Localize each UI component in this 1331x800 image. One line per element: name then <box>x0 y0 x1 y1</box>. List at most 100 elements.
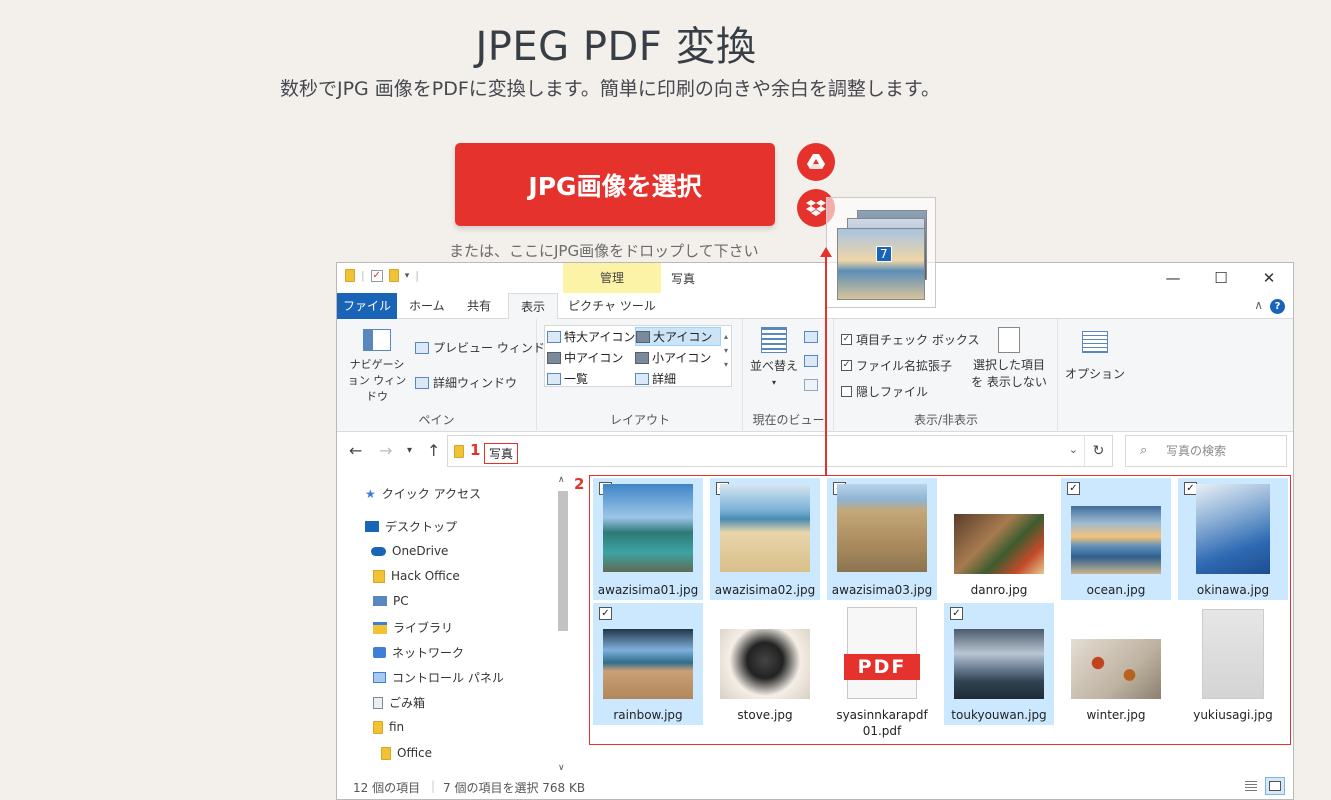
scroll-down-icon[interactable]: ∨ <box>558 763 565 773</box>
close-button[interactable]: ✕ <box>1245 263 1293 293</box>
hide-selected-button[interactable]: 選択した項目を 表示しない <box>969 327 1049 391</box>
add-columns-icon[interactable] <box>804 355 818 367</box>
maximize-button[interactable]: ☐ <box>1197 263 1245 293</box>
file-checkbox[interactable]: ✓ <box>950 607 963 620</box>
user-folder-icon <box>373 569 385 583</box>
scroll-up-icon[interactable]: ∧ <box>558 475 565 485</box>
folder-icon <box>373 720 383 734</box>
tab-picture-tools[interactable]: ピクチャ ツール <box>563 293 661 319</box>
layout-large-icons[interactable]: 大アイコン <box>635 327 722 346</box>
sort-by-button[interactable]: 並べ替え ▾ <box>750 327 798 387</box>
extra-large-icons-label: 特大アイコン <box>564 330 636 344</box>
minimize-button[interactable]: — <box>1149 263 1197 293</box>
file-tile[interactable]: ✓ awazisima02.jpg <box>710 478 820 600</box>
sidebar-item-label: fin <box>389 720 405 734</box>
properties-icon[interactable]: ✓ <box>370 269 383 282</box>
forward-arrow-icon[interactable]: → <box>379 441 392 460</box>
file-name: syasinnkarapdf01.pdf <box>836 708 928 738</box>
details-pane-button[interactable]: 詳細ウィンドウ <box>415 374 517 391</box>
recent-locations-icon[interactable]: ▾ <box>407 445 412 456</box>
layout-medium-icons[interactable]: 中アイコン <box>547 349 623 366</box>
manage-context-tab[interactable]: 管理 <box>563 263 661 293</box>
tab-view[interactable]: 表示 <box>508 293 559 320</box>
sidebar-scrollbar[interactable]: ∧ ∨ <box>555 475 572 773</box>
file-extension-toggle[interactable]: ✓ ファイル名拡張子 <box>841 357 952 374</box>
file-tile[interactable]: yukiusagi.jpg <box>1178 603 1288 725</box>
sidebar-item-onedrive[interactable]: OneDrive <box>371 544 448 558</box>
file-tile[interactable]: ✓ toukyouwan.jpg <box>944 603 1054 725</box>
help-icon[interactable]: ? <box>1270 299 1285 314</box>
tab-share[interactable]: 共有 <box>455 293 503 319</box>
layout-scroll-icon[interactable]: ▴ ▾ ▾ <box>724 330 728 372</box>
ribbon-group-pane: ナビゲーション ウィンドウ プレビュー ウィンドウ 詳細ウィンドウ ペイン <box>337 319 557 432</box>
collapse-ribbon-icon[interactable]: ∧ <box>1254 298 1263 312</box>
sidebar-item-hack-office[interactable]: Hack Office <box>373 569 460 583</box>
file-tile[interactable]: ✓ rainbow.jpg <box>593 603 703 725</box>
up-arrow-icon[interactable]: ↑ <box>427 441 440 460</box>
file-tile[interactable]: ✓ awazisima01.jpg <box>593 478 703 600</box>
layout-list[interactable]: 一覧 <box>547 370 588 387</box>
sidebar-item-quick-access[interactable]: ★ クイック アクセス <box>365 485 481 502</box>
file-view[interactable]: ✓ awazisima01.jpg ✓ awazisima02.jpg ✓ aw… <box>589 475 1291 745</box>
ribbon-group-layout: 特大アイコン 大アイコン 中アイコン 小アイコン 一覧 詳細 ▴ ▾ ▾ レイア… <box>538 319 743 432</box>
file-tile[interactable]: ✓ okinawa.jpg <box>1178 478 1288 600</box>
file-explorer-window[interactable]: | ✓ ▾ | 管理 写真 — ☐ ✕ ファイル ホーム 共有 表示 ピクチャ … <box>336 262 1294 800</box>
customize-toolbar-icon[interactable]: ▾ <box>405 271 410 281</box>
sidebar-item-control-panel[interactable]: コントロール パネル <box>373 669 504 686</box>
sidebar-item-desktop[interactable]: デスクトップ <box>365 518 457 535</box>
navigation-pane-button[interactable]: ナビゲーション ウィンドウ <box>345 329 409 405</box>
sidebar-item-libraries[interactable]: ライブラリ <box>373 619 453 636</box>
layout-extra-large-icons[interactable]: 特大アイコン <box>547 328 635 345</box>
preview-pane-button[interactable]: プレビュー ウィンドウ <box>415 339 557 356</box>
title-bar: | ✓ ▾ | 管理 写真 — ☐ ✕ <box>337 263 1293 293</box>
new-folder-icon[interactable] <box>388 269 399 282</box>
address-dropdown-icon[interactable]: ⌄ <box>1069 443 1078 456</box>
sidebar-item-fin[interactable]: fin <box>373 720 404 734</box>
file-checkbox[interactable]: ✓ <box>1067 482 1080 495</box>
select-jpg-button[interactable]: JPG画像を選択 <box>455 143 775 226</box>
sidebar-item-label: ネットワーク <box>392 646 465 660</box>
size-columns-icon[interactable] <box>804 379 818 391</box>
file-tile[interactable]: PDF syasinnkarapdf01.pdf <box>827 603 937 738</box>
medium-icons-icon <box>547 351 561 364</box>
search-input[interactable]: ⌕ 写真の検索 <box>1125 435 1287 467</box>
address-bar[interactable]: 1 写真 ⌄ ↻ <box>447 435 1113 467</box>
sort-icon <box>761 327 787 353</box>
layout-small-icons[interactable]: 小アイコン <box>635 349 711 366</box>
file-tile[interactable]: ✓ ocean.jpg <box>1061 478 1171 600</box>
sidebar-item-office[interactable]: Office <box>381 746 432 760</box>
hidden-files-toggle[interactable]: 隠しファイル <box>841 383 928 400</box>
large-icons-view-toggle[interactable] <box>1265 777 1285 795</box>
back-arrow-icon[interactable]: ← <box>349 441 362 460</box>
file-name: stove.jpg <box>737 708 793 722</box>
sidebar-item-recycle-bin[interactable]: ごみ箱 <box>373 694 425 711</box>
medium-icons-label: 中アイコン <box>564 351 624 365</box>
sidebar-item-pc[interactable]: PC <box>373 594 409 608</box>
large-icons-icon <box>636 330 650 343</box>
options-button[interactable]: オプション <box>1065 331 1125 382</box>
details-view-toggle[interactable] <box>1241 777 1261 795</box>
google-drive-button[interactable] <box>797 143 835 181</box>
photo-thumbnail <box>1071 506 1161 574</box>
file-extension-check[interactable]: ✓ <box>841 360 852 371</box>
file-tile[interactable]: stove.jpg <box>710 603 820 725</box>
hidden-files-check[interactable] <box>841 386 852 397</box>
details-view-icon <box>1245 781 1257 791</box>
group-by-icon[interactable] <box>804 331 818 343</box>
cloud-icon <box>371 546 386 556</box>
tab-home[interactable]: ホーム <box>397 293 457 319</box>
file-tile[interactable]: ✓ awazisima03.jpg <box>827 478 937 600</box>
file-tile[interactable]: danro.jpg <box>944 478 1054 600</box>
folder-icon <box>381 746 391 760</box>
file-tile[interactable]: winter.jpg <box>1061 603 1171 725</box>
item-checkbox-check[interactable]: ✓ <box>841 334 852 345</box>
tab-file[interactable]: ファイル <box>337 293 397 319</box>
file-checkbox[interactable]: ✓ <box>599 607 612 620</box>
sidebar-item-network[interactable]: ネットワーク <box>373 644 464 661</box>
scroll-thumb[interactable] <box>558 491 568 631</box>
refresh-icon[interactable]: ↻ <box>1084 436 1112 466</box>
layout-details[interactable]: 詳細 <box>635 370 676 387</box>
small-icons-label: 小アイコン <box>652 351 712 365</box>
item-checkbox-toggle[interactable]: ✓ 項目チェック ボックス <box>841 331 979 348</box>
address-path[interactable]: 写真 <box>484 443 519 464</box>
